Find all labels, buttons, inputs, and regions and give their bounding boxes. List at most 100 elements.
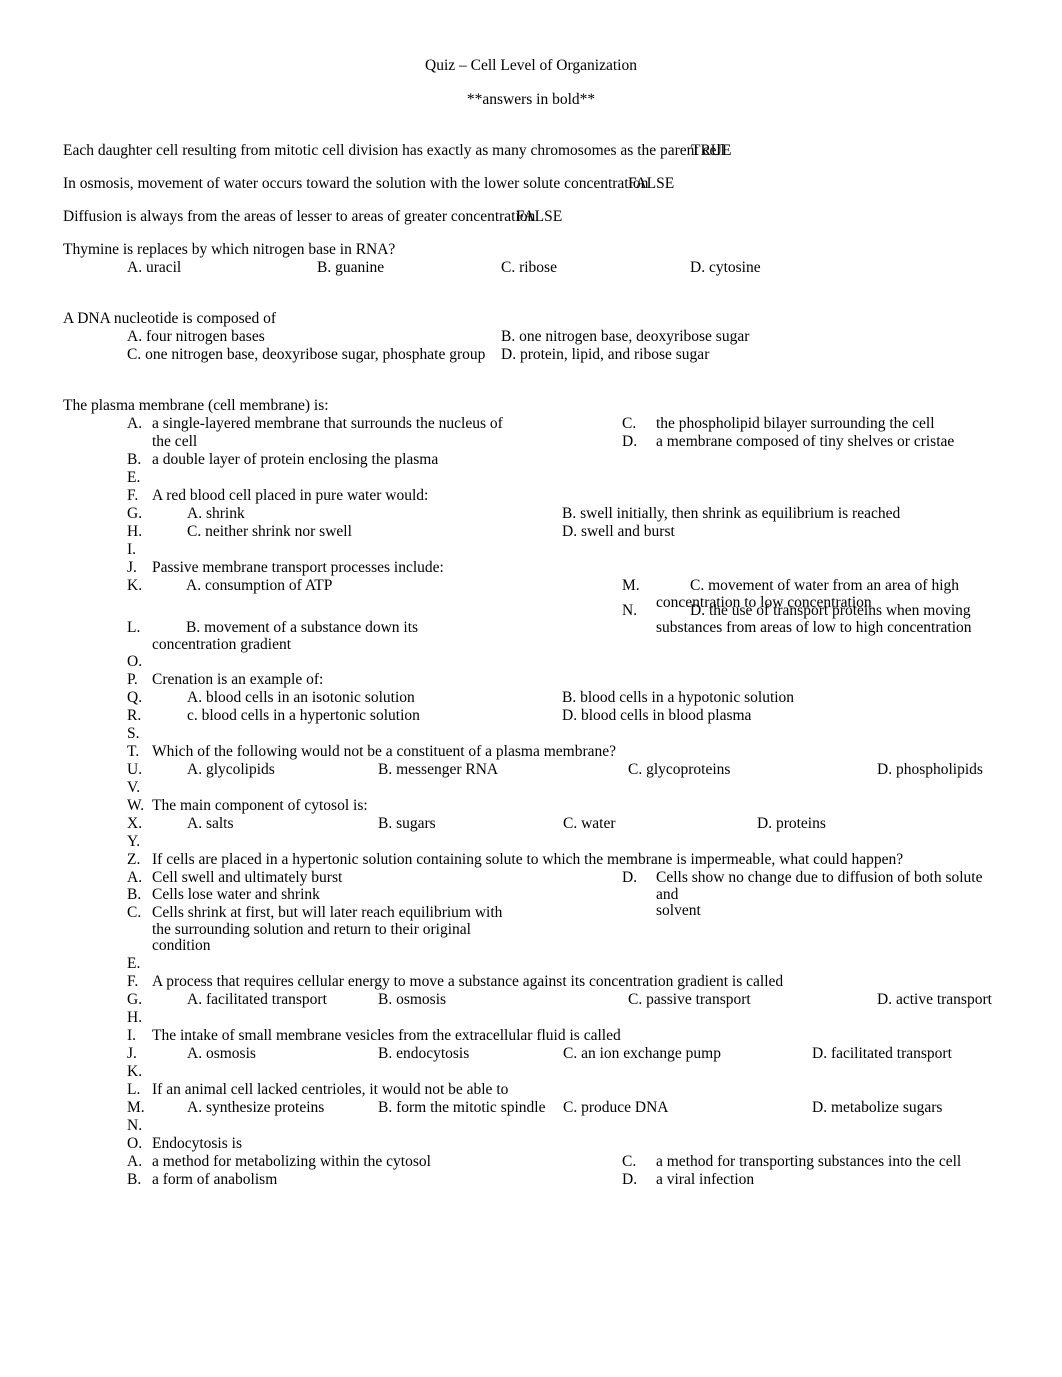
answer-value: FALSE: [516, 208, 563, 225]
option-c-line3: condition: [152, 937, 211, 955]
list-item: H.: [0, 1010, 1062, 1028]
list-label: D.: [622, 433, 638, 450]
option-d: D. metabolize sugars: [812, 1099, 943, 1116]
option-d: D. cytosine: [690, 259, 761, 276]
option-a: A. four nitrogen bases: [127, 328, 265, 345]
list-label: T.: [127, 743, 140, 760]
list-label: O.: [127, 1135, 143, 1152]
list-item: the cell D. a membrane composed of tiny …: [0, 434, 1062, 452]
option-c: C. an ion exchange pump: [563, 1045, 721, 1062]
list-item: O.: [0, 654, 1062, 672]
list-label: F.: [127, 487, 139, 504]
question-stem: If cells are placed in a hypertonic solu…: [152, 851, 904, 868]
option-b: B. guanine: [317, 259, 385, 276]
option-c-line1: Cells shrink at first, but will later re…: [152, 904, 503, 921]
option-row: A. uracil B. guanine C. ribose D. cytosi…: [0, 260, 1062, 278]
list-label: G.: [127, 505, 143, 522]
option-c-line2: the surrounding solution and return to t…: [152, 920, 471, 938]
list-item: E.: [0, 956, 1062, 974]
option-d: D. swell and burst: [562, 523, 675, 540]
true-false-row: In osmosis, movement of water occurs tow…: [0, 176, 1062, 209]
option-b: B. swell initially, then shrink as equil…: [562, 505, 901, 522]
option-c: C. glycoproteins: [628, 761, 731, 778]
list-item: Y.: [0, 834, 1062, 852]
list-label: W.: [127, 797, 145, 814]
document-body: Quiz – Cell Level of Organization **answ…: [0, 0, 1062, 1190]
list-text: a membrane composed of tiny shelves or c…: [656, 433, 955, 450]
option-a: a method for metabolizing within the cyt…: [152, 1153, 431, 1170]
list-label: C.: [622, 415, 637, 432]
option-b: a form of anabolism: [152, 1171, 278, 1188]
list-label: N.: [127, 1117, 143, 1134]
list-label: B.: [127, 886, 142, 903]
list-text: a double layer of protein enclosing the …: [152, 451, 439, 468]
list-label: C.: [127, 904, 142, 921]
option-c: C. neither shrink nor swell: [187, 523, 352, 540]
option-c: c. blood cells in a hypertonic solution: [187, 707, 420, 724]
option-c: C. ribose: [501, 259, 557, 276]
option-b: B. one nitrogen base, deoxyribose sugar: [501, 328, 750, 345]
list-label: P.: [127, 671, 138, 688]
option-c: C. passive transport: [628, 991, 751, 1008]
list-item: B. Cells lose water and shrink: [0, 887, 1062, 905]
list-item: G. A. facilitated transport B. osmosis C…: [0, 992, 1062, 1010]
list-item: K.: [0, 1064, 1062, 1082]
page-subtitle: **answers in bold**: [466, 90, 596, 108]
list-label: K.: [127, 577, 143, 594]
list-item: B. a form of anabolism D. a viral infect…: [0, 1172, 1062, 1190]
question-stem: A red blood cell placed in pure water wo…: [152, 487, 429, 504]
list-label: L.: [127, 619, 141, 636]
list-item: P. Crenation is an example of:: [0, 672, 1062, 690]
question-stem: Endocytosis is: [152, 1135, 242, 1152]
option-c: a method for transporting substances int…: [656, 1153, 962, 1170]
option-b: B. endocytosis: [378, 1045, 470, 1062]
list-item: W. The main component of cytosol is:: [0, 798, 1062, 816]
page-title: Quiz – Cell Level of Organization: [425, 57, 637, 74]
list-label: R.: [127, 707, 142, 724]
list-item-group: C. Cells shrink at first, but will later…: [0, 904, 1062, 956]
true-false-row: Diffusion is always from the areas of le…: [0, 209, 1062, 242]
list-item: F. A red blood cell placed in pure water…: [0, 488, 1062, 506]
list-label: H.: [127, 1009, 143, 1026]
option-b-line2: concentration gradient: [152, 635, 292, 653]
list-label: C.: [622, 1153, 637, 1170]
option-c: C. water: [563, 815, 616, 832]
option-d: D. facilitated transport: [812, 1045, 952, 1062]
option-c-line1: C. movement of water from an area of hig…: [690, 577, 960, 594]
list-item-group: A. Cell swell and ultimately burst D. Ce…: [0, 869, 1062, 919]
option-d: D. the use of transport proteins when mo…: [656, 602, 986, 636]
list-label: A.: [127, 869, 143, 886]
list-item: S.: [0, 726, 1062, 744]
list-label: H.: [127, 523, 143, 540]
question-stem: The plasma membrane (cell membrane) is:: [63, 397, 329, 414]
list-label: E.: [127, 955, 141, 972]
question-stem: Crenation is an example of:: [152, 671, 324, 688]
list-item: H. C. neither shrink nor swell D. swell …: [0, 524, 1062, 542]
list-item: T. Which of the following would not be a…: [0, 744, 1062, 762]
option-c: C. produce DNA: [563, 1099, 669, 1116]
list-item: G. A. shrink B. swell initially, then sh…: [0, 506, 1062, 524]
option-b: B. form the mitotic spindle: [378, 1099, 546, 1116]
option-a: A. facilitated transport: [187, 991, 327, 1008]
option-d-line2: substances from areas of low to high con…: [656, 618, 972, 636]
list-label: N.: [622, 602, 638, 619]
question-stem: A process that requires cellular energy …: [152, 973, 784, 990]
list-item: Q. A. blood cells in an isotonic solutio…: [0, 690, 1062, 708]
option-b: Cells lose water and shrink: [152, 886, 320, 903]
option-b: B. blood cells in a hypotonic solution: [562, 689, 795, 706]
question-stem: Which of the following would not be a co…: [152, 743, 617, 760]
list-label: B.: [127, 1171, 142, 1188]
list-item: N.: [0, 1118, 1062, 1136]
list-label: I.: [127, 1027, 137, 1044]
list-label: S.: [127, 725, 140, 742]
list-label: A.: [127, 415, 143, 432]
option-d: D. blood cells in blood plasma: [562, 707, 752, 724]
true-false-row: Each daughter cell resulting from mitoti…: [0, 143, 1062, 176]
statement-text: Each daughter cell resulting from mitoti…: [63, 142, 725, 159]
option-a: A. uracil: [127, 259, 182, 276]
list-item: E.: [0, 470, 1062, 488]
list-label: D.: [622, 869, 638, 886]
list-item: I.: [0, 542, 1062, 560]
list-label: L.: [127, 1081, 141, 1098]
list-item: A. a method for metabolizing within the …: [0, 1154, 1062, 1172]
